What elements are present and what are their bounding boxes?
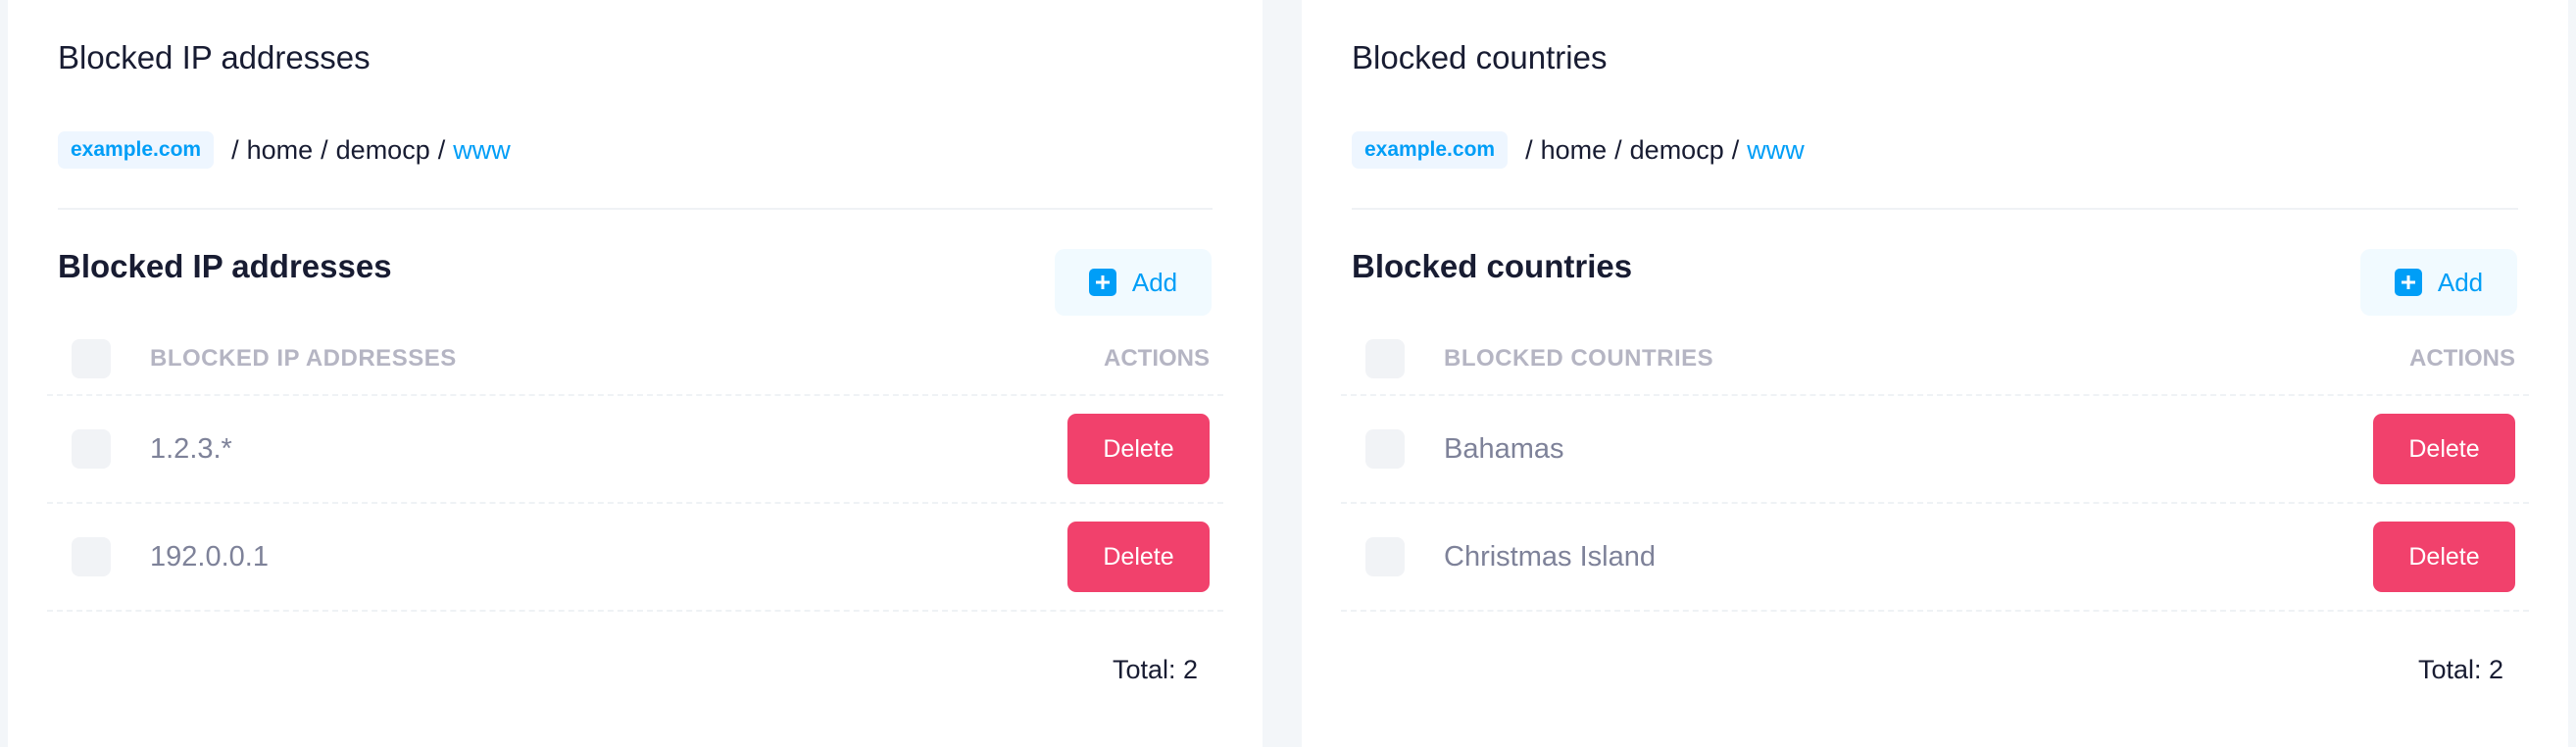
breadcrumb-item[interactable]: home [247,135,314,166]
blocked-ip-table: BLOCKED IP ADDRESSES ACTIONS 1.2.3.* Del… [47,324,1223,612]
total-count: Total: 2 [2417,655,2503,684]
table-row: Christmas Island Delete [1341,504,2529,612]
breadcrumb: example.com / home / democp / www [1352,131,1805,169]
row-checkbox[interactable] [72,429,111,469]
table-row: 192.0.0.1 Delete [47,504,1223,612]
table-row: 1.2.3.* Delete [47,396,1223,504]
delete-button[interactable]: Delete [1067,522,1210,592]
column-header-actions: ACTIONS [2409,345,2515,372]
row-checkbox[interactable] [1365,429,1405,469]
section-title: Blocked countries [1352,248,1633,284]
breadcrumb-item[interactable]: home [1541,135,1608,166]
ip-address-cell: 192.0.0.1 [150,540,269,573]
blocked-countries-card: Blocked countries example.com / home / d… [1302,0,2568,747]
domain-badge[interactable]: example.com [58,131,215,169]
breadcrumb: example.com / home / democp / www [58,131,511,169]
column-header-main[interactable]: BLOCKED COUNTRIES [1444,345,2409,373]
ip-address-cell: 1.2.3.* [150,432,232,465]
page: Blocked IP addresses example.com / home … [0,0,2576,747]
card-title: Blocked IP addresses [58,39,371,75]
country-cell: Bahamas [1444,432,1564,465]
divider [1352,208,2518,210]
select-all-checkbox[interactable] [1365,339,1405,378]
delete-button[interactable]: Delete [2373,522,2515,592]
table-row: Bahamas Delete [1341,396,2529,504]
delete-button[interactable]: Delete [2373,414,2515,484]
column-header-actions: ACTIONS [1104,345,1210,372]
section-title: Blocked IP addresses [58,248,392,284]
plus-square-icon [2394,269,2422,296]
delete-button[interactable]: Delete [1067,414,1210,484]
total-count: Total: 2 [1112,655,1198,684]
breadcrumb-item[interactable]: democp [336,135,430,166]
add-button-label: Add [1131,267,1178,297]
add-button[interactable]: Add [2360,249,2517,316]
card-title: Blocked countries [1352,39,1608,75]
divider [58,208,1213,210]
breadcrumb-current[interactable]: www [1747,135,1805,166]
table-header: BLOCKED IP ADDRESSES ACTIONS [47,324,1223,396]
blocked-ip-card: Blocked IP addresses example.com / home … [8,0,1263,747]
plus-square-icon [1088,269,1116,296]
select-all-checkbox[interactable] [72,339,111,378]
table-header: BLOCKED COUNTRIES ACTIONS [1341,324,2529,396]
row-checkbox[interactable] [72,537,111,576]
add-button[interactable]: Add [1055,249,1212,316]
column-header-main[interactable]: BLOCKED IP ADDRESSES [150,345,1104,373]
domain-badge[interactable]: example.com [1352,131,1509,169]
country-cell: Christmas Island [1444,540,1656,573]
row-checkbox[interactable] [1365,537,1405,576]
breadcrumb-current[interactable]: www [453,135,511,166]
add-button-label: Add [2437,267,2484,297]
blocked-countries-table: BLOCKED COUNTRIES ACTIONS Bahamas Delete… [1341,324,2529,612]
breadcrumb-item[interactable]: democp [1630,135,1724,166]
